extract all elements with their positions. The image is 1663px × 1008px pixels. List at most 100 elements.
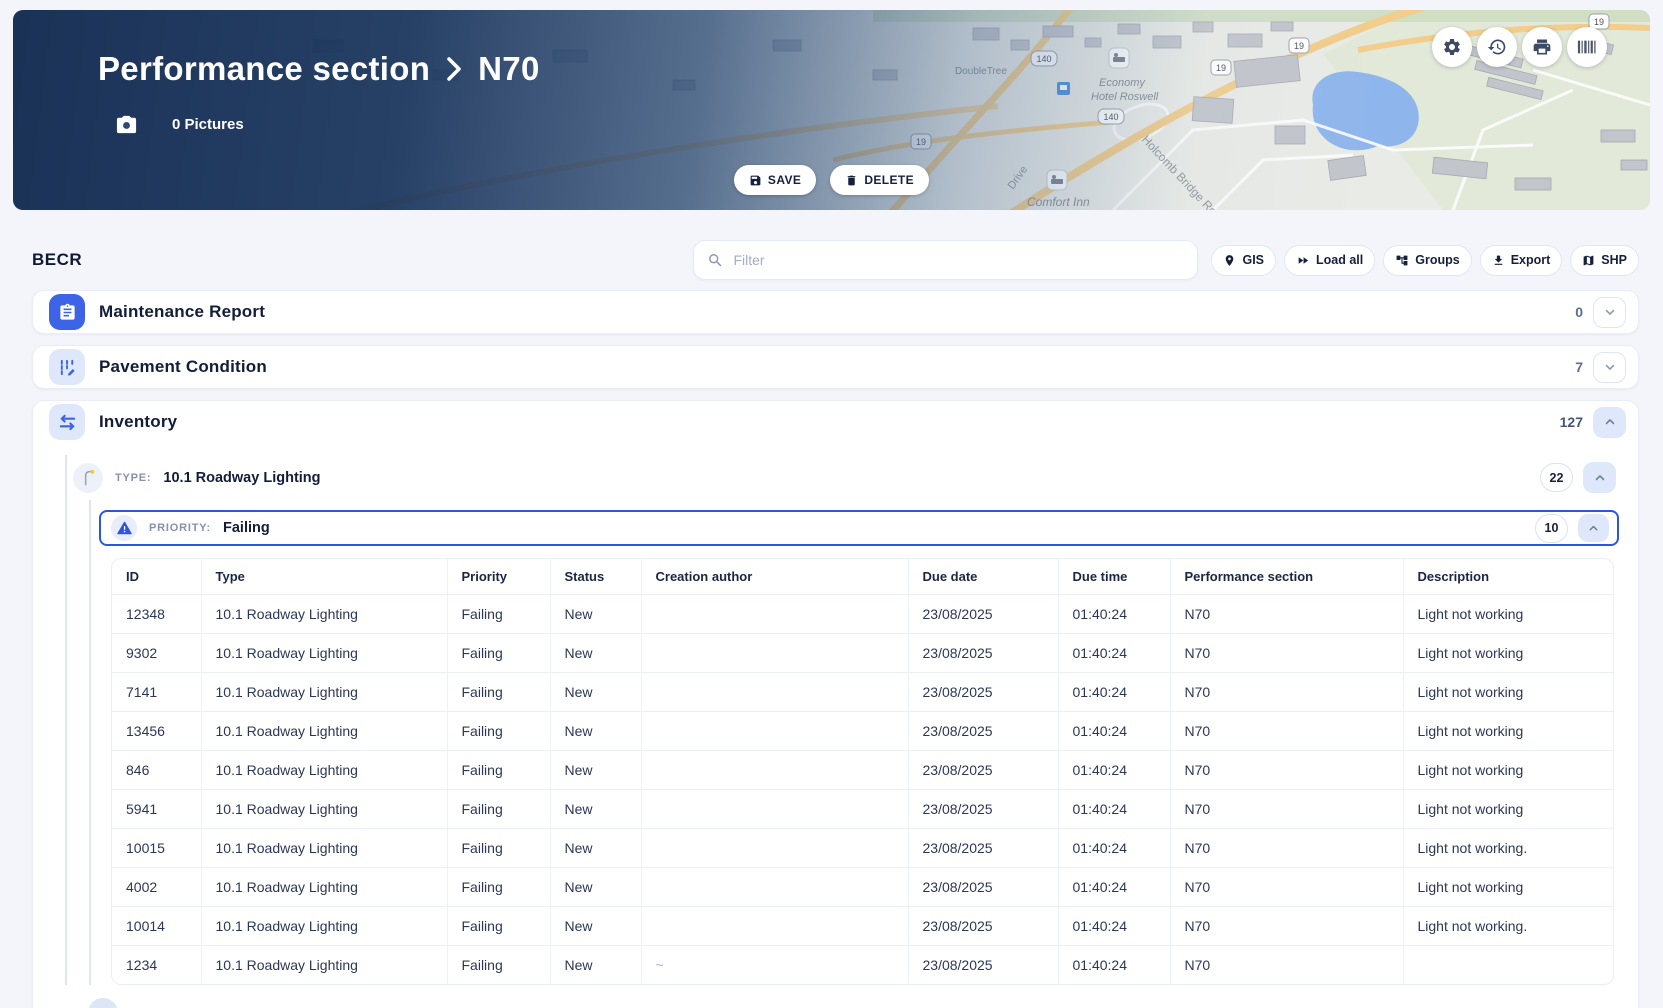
section-count: 7 (1575, 359, 1583, 375)
section-inventory: Inventory 127 TYPE: 10.1 Roadway Lightin… (32, 400, 1639, 1008)
cell-section: N70 (1170, 751, 1403, 790)
cell-due_time: 01:40:24 (1058, 907, 1170, 946)
collapse-button[interactable] (1583, 462, 1616, 493)
cell-id: 7141 (112, 673, 201, 712)
gear-icon (1442, 37, 1462, 57)
cell-due_date: 23/08/2025 (908, 673, 1058, 712)
shp-button[interactable]: SHP (1570, 245, 1639, 276)
column-header: Due time (1058, 559, 1170, 595)
cell-type: 10.1 Roadway Lighting (201, 868, 447, 907)
type-value: 10.1 Roadway Lighting (163, 470, 320, 486)
table-row[interactable]: 1001410.1 Roadway LightingFailingNew23/0… (112, 907, 1614, 946)
pictures-count-label: 0 Pictures (172, 116, 244, 133)
cell-priority: Failing (447, 712, 550, 751)
cell-id: 10015 (112, 829, 201, 868)
section-header-inventory[interactable]: Inventory 127 (33, 401, 1638, 443)
cell-description: Light not working (1403, 868, 1614, 907)
cell-type: 10.1 Roadway Lighting (201, 907, 447, 946)
cell-author (641, 634, 908, 673)
groups-button[interactable]: Groups (1383, 245, 1471, 276)
history-button[interactable] (1477, 27, 1517, 67)
export-button[interactable]: Export (1480, 245, 1563, 276)
fast-forward-icon (1296, 254, 1310, 267)
chevron-down-icon (1603, 360, 1617, 374)
cell-id: 5941 (112, 790, 201, 829)
cell-status: New (550, 868, 641, 907)
cell-priority: Failing (447, 946, 550, 985)
table-row[interactable]: 1345610.1 Roadway LightingFailingNew23/0… (112, 712, 1614, 751)
cell-description (1403, 946, 1614, 985)
pavement-chart-icon (49, 349, 85, 385)
section-pavement-condition: Pavement Condition 7 (32, 345, 1639, 389)
table-row[interactable]: 714110.1 Roadway LightingFailingNew23/08… (112, 673, 1614, 712)
cell-description: Light not working. (1403, 907, 1614, 946)
cell-description: Light not working (1403, 751, 1614, 790)
table-row[interactable]: 84610.1 Roadway LightingFailingNew23/08/… (112, 751, 1614, 790)
camera-icon[interactable] (115, 113, 138, 136)
cell-priority: Failing (447, 634, 550, 673)
map-pin-icon (1223, 254, 1236, 267)
collapse-button[interactable] (1578, 514, 1609, 542)
cell-status: New (550, 634, 641, 673)
cell-section: N70 (1170, 790, 1403, 829)
priority-group-header[interactable]: PRIORITY: Failing 10 (99, 510, 1619, 546)
settings-button[interactable] (1432, 27, 1472, 67)
cell-due_time: 01:40:24 (1058, 673, 1170, 712)
table-row[interactable]: 594110.1 Roadway LightingFailingNew23/08… (112, 790, 1614, 829)
cell-id: 12348 (112, 595, 201, 634)
compare-arrows-icon (49, 404, 85, 440)
header-icon-buttons (1432, 27, 1607, 67)
section-label: Inventory (99, 412, 177, 432)
filter-field (693, 240, 1198, 280)
cell-priority: Failing (447, 790, 550, 829)
cell-description: Light not working (1403, 712, 1614, 751)
section-count: 127 (1560, 414, 1583, 430)
priority-value: Failing (223, 520, 270, 536)
type-group: TYPE: 10.1 Roadway Lighting 22 P (65, 455, 1622, 985)
cell-status: New (550, 712, 641, 751)
download-icon (1492, 254, 1505, 267)
cell-due_date: 23/08/2025 (908, 946, 1058, 985)
table-row[interactable]: 1001510.1 Roadway LightingFailingNew23/0… (112, 829, 1614, 868)
table-row[interactable]: 123410.1 Roadway LightingFailingNew~23/0… (112, 946, 1614, 985)
table-row[interactable]: 930210.1 Roadway LightingFailingNew23/08… (112, 634, 1614, 673)
delete-button[interactable]: DELETE (830, 165, 929, 195)
cell-section: N70 (1170, 634, 1403, 673)
cell-description: Light not working. (1403, 829, 1614, 868)
section-label: Maintenance Report (99, 302, 265, 322)
load-all-button[interactable]: Load all (1284, 245, 1375, 276)
page-subtitle: BECR (32, 250, 82, 270)
type-group-header[interactable]: TYPE: 10.1 Roadway Lighting 22 (67, 455, 1622, 500)
collapse-button[interactable] (1593, 407, 1626, 438)
cell-priority: Failing (447, 907, 550, 946)
section-label: Pavement Condition (99, 357, 267, 377)
chevron-up-icon (1593, 471, 1607, 485)
cell-due_time: 01:40:24 (1058, 751, 1170, 790)
column-header: Priority (447, 559, 550, 595)
cell-id: 13456 (112, 712, 201, 751)
sitemap-icon (1395, 254, 1409, 267)
cell-priority: Failing (447, 595, 550, 634)
cell-type: 10.1 Roadway Lighting (201, 946, 447, 985)
cell-priority: Failing (447, 829, 550, 868)
chevron-right-icon (446, 56, 462, 82)
table-row[interactable]: 1234810.1 Roadway LightingFailingNew23/0… (112, 595, 1614, 634)
print-button[interactable] (1522, 27, 1562, 67)
expand-button[interactable] (1593, 352, 1626, 383)
barcode-button[interactable] (1567, 27, 1607, 67)
cell-id: 846 (112, 751, 201, 790)
cell-priority: Failing (447, 751, 550, 790)
expand-button[interactable] (1593, 297, 1626, 328)
cell-status: New (550, 946, 641, 985)
cell-author (641, 595, 908, 634)
cell-section: N70 (1170, 907, 1403, 946)
table-row[interactable]: 400210.1 Roadway LightingFailingNew23/08… (112, 868, 1614, 907)
column-header: ID (112, 559, 201, 595)
filter-input[interactable] (733, 252, 1184, 268)
type-count-badge: 22 (1540, 463, 1573, 492)
save-button[interactable]: SAVE (734, 165, 816, 195)
section-header-pavement-condition[interactable]: Pavement Condition 7 (33, 346, 1638, 388)
section-header-maintenance-report[interactable]: Maintenance Report 0 (33, 291, 1638, 333)
cell-due_date: 23/08/2025 (908, 634, 1058, 673)
gis-button[interactable]: GIS (1211, 245, 1276, 276)
